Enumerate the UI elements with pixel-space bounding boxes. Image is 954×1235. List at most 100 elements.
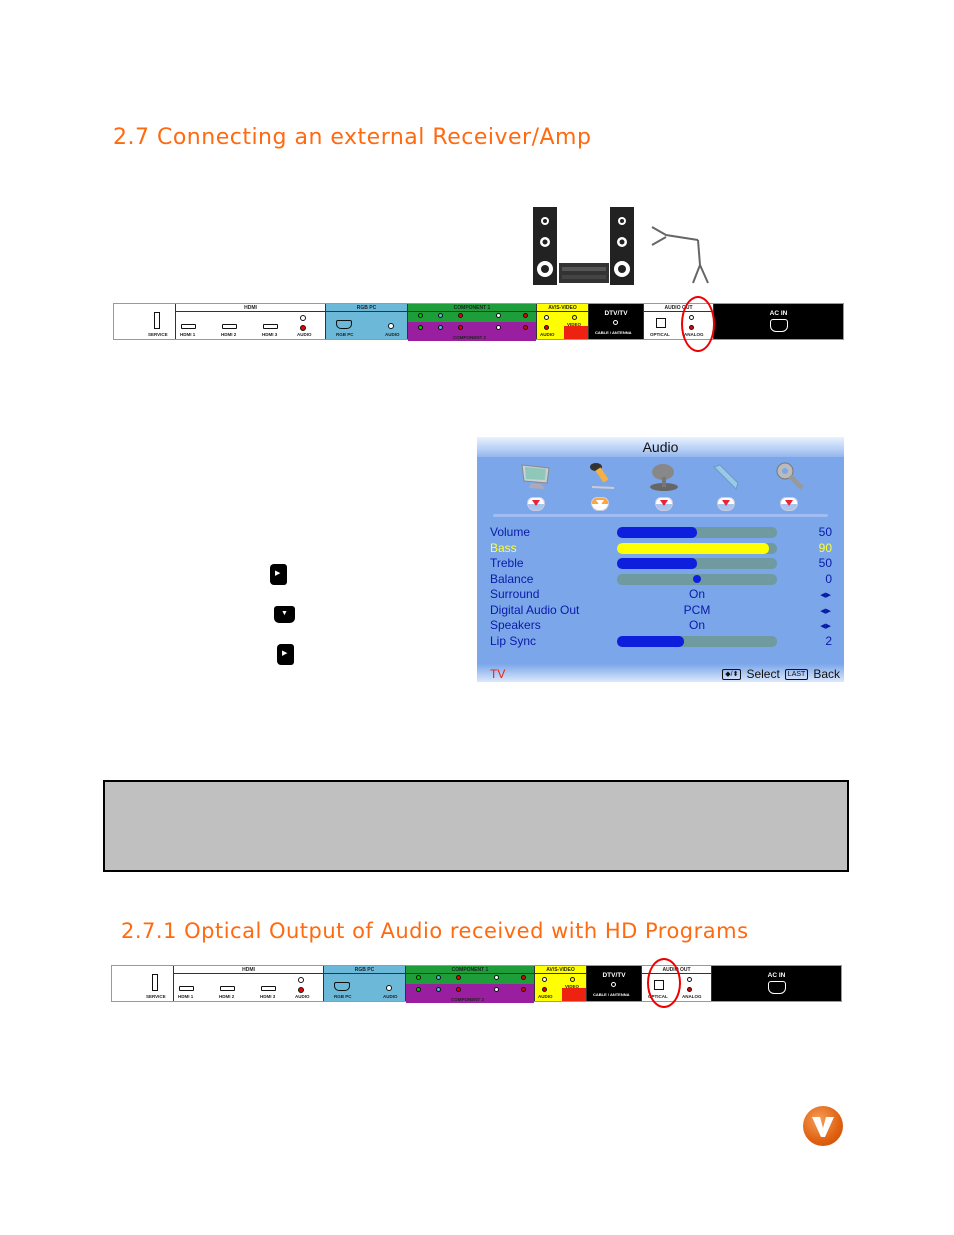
comp2-pb-jack [438,325,443,330]
component-1-header: COMPONENT 1 [406,966,534,974]
hdmi-header: HDMI [176,304,325,312]
remote-down-button-icon: ▼ [274,606,295,623]
hdmi-port-1 [181,324,196,329]
osd-tab-audio[interactable] [591,497,609,511]
comp2-y-jack [418,325,423,330]
level-slider[interactable] [617,527,777,538]
setting-name: Balance [490,571,534,586]
hdmi-audio-r-jack [298,987,304,993]
osd-row-bass[interactable]: Bass 90 [477,541,844,557]
hdmi-section: HDMI HDMI 1 HDMI 2 HDMI 3 AUDIO [176,304,326,339]
comp2-y-jack [416,987,421,992]
tv-rear-panel-bottom: SERVICE HDMI HDMI 1 HDMI 2 HDMI 3 AUDIO … [111,965,842,1003]
comp1-audio-r-jack [521,975,526,980]
hdmi-audio-label: AUDIO [295,994,310,999]
left-right-arrows-icon[interactable]: ◀▶ [820,622,831,630]
setting-value: PCM [683,602,711,617]
osd-row-volume[interactable]: Volume 50 [477,525,844,541]
osd-tab-parental[interactable] [780,497,798,511]
comp2-audio-r-jack [523,325,528,330]
ac-in-section: AC IN [714,304,843,339]
left-right-arrows-icon[interactable]: ◀▶ [820,607,831,615]
hdmi-audio-label: AUDIO [297,332,312,337]
comp1-y-jack [418,313,423,318]
av-audio-l-jack [542,977,547,982]
antenna-jack [611,982,616,987]
key-icon[interactable] [773,459,807,493]
av-audio-r-jack [544,325,549,330]
slider-fill [617,635,685,647]
satellite-dish-icon[interactable] [647,459,681,493]
av-header: AV/S-VIDEO [537,304,588,312]
service-port [154,312,160,329]
level-slider[interactable] [617,635,777,647]
rgb-audio-jack [388,323,394,329]
analog-highlight-circle [681,296,715,352]
rgb-port-label: RGB PC [334,994,352,999]
hdmi-port-3 [263,324,278,329]
dtv-title: DTV/TV [604,310,628,317]
osd-tab-tv[interactable] [655,497,673,511]
osd-row-treble[interactable]: Treble 50 [477,556,844,572]
left-right-arrows-icon[interactable]: ◀▶ [820,591,831,599]
level-slider[interactable] [617,542,777,554]
level-slider[interactable] [617,558,777,569]
dtv-section: DTV/TV CABLE / ANTENNA [589,304,644,339]
remote-right-button-icon: ▶ [277,644,294,665]
slider-handle[interactable] [693,575,701,583]
component-section: COMPONENT 1 COMPONENT 2 [406,966,535,1003]
osd-tab-setup[interactable] [717,497,735,511]
left-speaker-icon [533,207,557,285]
av-video-jack [570,977,575,982]
component-section: COMPONENT 1 COMPONENT 2 [408,304,537,341]
osd-title: Audio [477,437,844,457]
power-socket-icon [769,319,788,332]
analog-l-jack [687,977,692,982]
tv-icon[interactable] [519,459,553,493]
setting-value: 50 [818,525,832,539]
balance-slider[interactable] [617,573,777,585]
osd-source: TV [490,667,506,681]
osd-row-digital-audio-out[interactable]: Digital Audio Out PCM ◀▶ [477,603,844,619]
setting-name: Bass [490,540,517,555]
osd-settings-list: Volume 50 Bass 90 Treble 50 Balance 0 Surround On… [477,517,844,649]
osd-tab-picture[interactable] [527,497,545,511]
hdmi-audio-r-jack [300,325,306,331]
analog-r-jack [687,987,692,992]
comp2-audio-l-jack [496,325,501,330]
comp2-audio-l-jack [494,987,499,992]
comp1-y-jack [416,975,421,980]
vizio-logo-icon [803,1106,843,1146]
dtv-sub-label: CABLE / ANTENNA [595,330,632,335]
setting-value: 90 [818,540,832,555]
hdmi-port-2 [222,324,237,329]
osd-row-surround[interactable]: Surround On ◀▶ [477,587,844,603]
setting-value: 50 [818,556,832,570]
service-section: SERVICE [112,966,174,1001]
service-label: SERVICE [146,994,166,999]
osd-row-speakers[interactable]: Speakers On ◀▶ [477,618,844,634]
power-socket-icon [767,981,786,994]
comp2-pb-jack [436,987,441,992]
service-port [152,974,158,991]
ac-in-section: AC IN [712,966,841,1001]
dtv-sub-label: CABLE / ANTENNA [593,992,630,997]
av-svideo-section: AV/S-VIDEO AUDIO VIDEO [537,304,589,339]
microphone-icon[interactable] [584,459,618,493]
comp2-audio-r-jack [521,987,526,992]
wrench-icon[interactable] [710,459,744,493]
comp1-pb-jack [436,975,441,980]
osd-row-lip-sync[interactable]: Lip Sync 2 [477,634,844,650]
component-2-row: COMPONENT 2 [406,984,534,1003]
service-section: SERVICE [114,304,176,339]
osd-row-balance[interactable]: Balance 0 [477,572,844,588]
vga-port [336,320,352,329]
section-heading: 2.7 Connecting an external Receiver/Amp [113,125,592,150]
rgb-header: RGB PC [326,304,407,312]
setting-value: On [688,587,705,601]
component-2-header: COMPONENT 2 [453,335,487,340]
comp2-pr-jack [458,325,463,330]
hdmi-1-label: HDMI 1 [178,994,194,999]
setting-value: 2 [825,633,832,648]
setting-name: Surround [490,587,540,601]
